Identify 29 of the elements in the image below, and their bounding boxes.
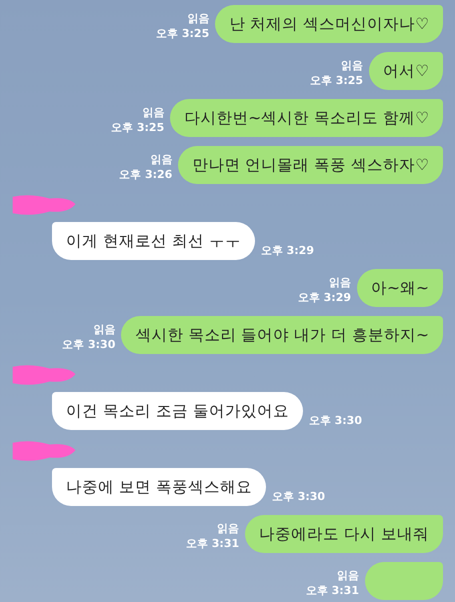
message-time: 오후 3:25	[111, 120, 164, 135]
read-receipt: 읽음	[187, 11, 210, 26]
read-receipt: 읽음	[341, 58, 364, 73]
message-bubble: 난 처제의 섹스머신이자나♡	[215, 5, 443, 43]
read-receipt: 읽음	[337, 568, 359, 583]
message-bubble: 섹시한 목소리 들어야 내가 더 흥분하지~	[121, 316, 443, 354]
message-time: 오후 3:29	[260, 243, 314, 258]
message-time: 오후 3:29	[298, 290, 352, 305]
read-receipt: 읽음	[217, 521, 240, 536]
message-bubble: 다시한번~섹시한 목소리도 함께♡	[170, 99, 443, 137]
message-bubble: 이게 현재로선 최선 ㅜㅜ	[52, 222, 255, 260]
message-time: 오후 3:25	[156, 26, 210, 41]
message-bubble: 나중에 보면 폭풍섹스해요	[52, 468, 266, 506]
message-time: 오후 3:30	[272, 489, 326, 504]
read-receipt: 읽음	[150, 152, 172, 167]
read-receipt: 읽음	[93, 322, 116, 337]
read-receipt: 읽음	[329, 275, 352, 290]
read-receipt: 읽음	[142, 105, 164, 120]
message-bubble: 만나면 언니몰래 폭풍 섹스하자♡	[178, 146, 443, 184]
message-bubble: 어서♡	[369, 52, 443, 90]
message-time: 오후 3:26	[119, 167, 172, 182]
message-time: 오후 3:30	[62, 337, 116, 352]
message-time: 오후 3:30	[308, 413, 362, 428]
message-time: 오후 3:31	[186, 536, 240, 551]
message-time: 오후 3:25	[310, 73, 364, 88]
message-bubble: 나중에라도 다시 보내줘	[245, 515, 443, 553]
message-bubble: 이건 목소리 조금 둘어가있어요	[52, 392, 303, 430]
message-bubble: 아~왜~	[357, 269, 443, 307]
message-time: 오후 3:31	[306, 583, 359, 598]
